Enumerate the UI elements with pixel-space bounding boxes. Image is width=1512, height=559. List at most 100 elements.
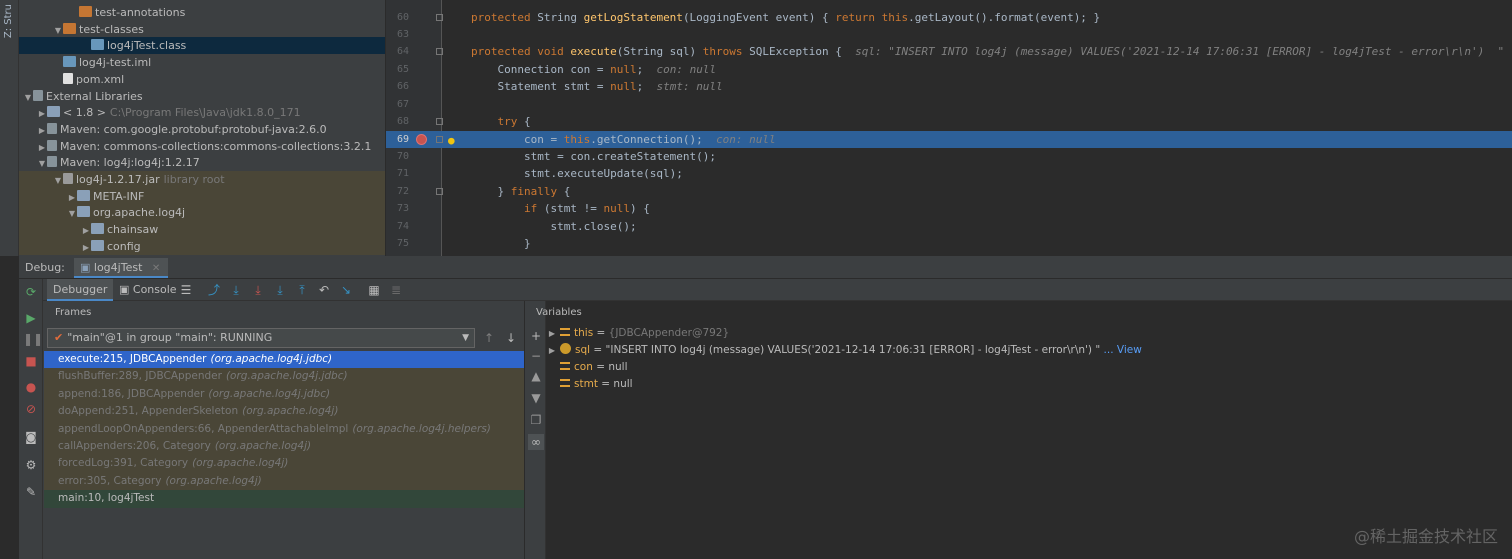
copy-icon[interactable]: ❐ xyxy=(528,412,544,428)
settings-icon[interactable]: ⚙ xyxy=(23,457,39,473)
variable-row[interactable]: stmt = null xyxy=(558,376,633,393)
code-editor[interactable]: 60 protected String getLogStatement(Loggi… xyxy=(386,0,1512,256)
stack-frame[interactable]: flushBuffer:289, JDBCAppender (org.apache… xyxy=(44,368,524,386)
move-down-icon[interactable]: ▼ xyxy=(528,390,544,406)
stack-frame[interactable]: append:186, JDBCAppender (org.apache.log4… xyxy=(44,385,524,404)
stack-frame[interactable]: callAppenders:206, Category (org.apache.l… xyxy=(44,438,524,456)
code-line[interactable]: 72 } finally { xyxy=(386,183,1512,200)
code-line[interactable]: 70 stmt = con.createStatement(); xyxy=(386,148,1512,165)
variable-row[interactable]: ▶ sql = "INSERT INTO log4j (message) VALU… xyxy=(546,342,1142,359)
force-step-into-icon[interactable]: ⤓ xyxy=(272,282,288,298)
move-up-icon[interactable]: ▲ xyxy=(528,368,544,384)
tree-node[interactable]: ▶ Maven: com.google.protobuf:protobuf-jav… xyxy=(19,121,385,138)
tree-node[interactable]: ▼ test-classes xyxy=(19,21,385,38)
chevron-right-icon[interactable]: ▶ xyxy=(81,222,91,239)
stack-frame[interactable]: doAppend:251, AppenderSkeleton (org.apach… xyxy=(44,403,524,421)
frame-up-icon[interactable]: ↑ xyxy=(481,330,497,346)
chevron-right-icon[interactable]: ▶ xyxy=(37,122,47,139)
tree-node[interactable]: ▶ chainsaw xyxy=(19,221,385,239)
add-watch-icon[interactable]: + xyxy=(528,328,544,344)
code-line[interactable]: 73 if (stmt != null) { xyxy=(386,200,1512,217)
stack-frame[interactable]: execute:215, JDBCAppender (org.apache.log… xyxy=(44,351,524,369)
view-link[interactable]: ... View xyxy=(1100,344,1142,356)
fold-icon[interactable] xyxy=(436,136,443,143)
fold-icon[interactable] xyxy=(436,14,443,21)
variable-row[interactable]: con = null xyxy=(558,359,628,376)
chevron-down-icon[interactable]: ▼ xyxy=(23,89,33,106)
fold-icon[interactable] xyxy=(436,118,443,125)
chevron-right-icon[interactable]: ▶ xyxy=(546,342,558,359)
chevron-down-icon[interactable]: ▼ xyxy=(53,172,63,189)
remove-watch-icon[interactable]: − xyxy=(528,348,544,364)
stack-frame[interactable]: appendLoopOnAppenders:66, AppenderAttach… xyxy=(44,420,524,439)
stack-frame[interactable]: forcedLog:391, Category (org.apache.log4j… xyxy=(44,455,524,473)
code-line[interactable]: 68 try { xyxy=(386,113,1512,130)
variable-row[interactable]: ▶ this = {JDBCAppender@792} xyxy=(546,325,729,342)
chevron-down-icon[interactable]: ▼ xyxy=(53,22,63,39)
stack-frame[interactable]: error:305, Category (org.apache.log4j) xyxy=(44,472,524,491)
evaluate-expression-icon[interactable]: ▦ xyxy=(366,282,382,298)
tree-node[interactable]: log4j-test.iml xyxy=(19,54,385,71)
structure-tool-strip[interactable]: Z: Stru xyxy=(0,0,19,256)
glasses-icon[interactable]: ∞ xyxy=(528,434,544,450)
tab-console[interactable]: ▣ Console xyxy=(113,279,183,301)
lightbulb-icon[interactable]: ● xyxy=(448,132,458,147)
code-line[interactable]: 71 stmt.executeUpdate(sql); xyxy=(386,165,1512,182)
tree-node[interactable]: log4jTest.class xyxy=(19,37,385,55)
code-line[interactable]: 69 ● con = this.getConnection(); con: nul… xyxy=(386,131,1512,148)
step-into-icon[interactable]: ⤓ xyxy=(250,282,266,298)
tree-node[interactable]: ▼ log4j-1.2.17.jar library root xyxy=(19,171,385,188)
show-execution-point-icon[interactable]: ⤴ xyxy=(206,282,222,298)
structure-tool-label[interactable]: Z: Stru xyxy=(3,4,14,38)
code-line[interactable]: 66 Statement stmt = null; stmt: null xyxy=(386,78,1512,95)
tree-node[interactable]: ▶ < 1.8 > C:\Program Files\Java\jdk1.8.0_1… xyxy=(19,104,385,121)
layout-menu-icon[interactable]: ☰ xyxy=(178,282,194,298)
drop-frame-icon[interactable]: ↶ xyxy=(316,282,332,298)
chevron-right-icon[interactable]: ▶ xyxy=(67,189,77,206)
code-line[interactable]: 74 stmt.close(); xyxy=(386,218,1512,235)
pin-icon[interactable]: ✎ xyxy=(23,484,39,500)
chevron-right-icon[interactable]: ▶ xyxy=(37,139,47,156)
thread-selector[interactable]: ✔ "main"@1 in group "main": RUNNING ▼ xyxy=(47,328,475,348)
fold-icon[interactable] xyxy=(436,48,443,55)
trace-icon[interactable]: ≣ xyxy=(388,282,404,298)
camera-icon[interactable]: ◙ xyxy=(23,429,39,445)
chevron-down-icon[interactable]: ▼ xyxy=(67,205,77,222)
code-token: ) { xyxy=(629,202,650,215)
fold-icon[interactable] xyxy=(436,188,443,195)
tree-node[interactable]: test-annotations xyxy=(19,4,385,21)
tree-node[interactable]: ▶ Maven: commons-collections:commons-coll… xyxy=(19,138,385,155)
tree-node[interactable]: ▼ Maven: log4j:log4j:1.2.17 xyxy=(19,154,385,171)
code-line[interactable]: 64 protected void execute(String sql) thr… xyxy=(386,43,1512,60)
close-icon[interactable]: ✕ xyxy=(152,263,160,274)
rerun-icon[interactable]: ⟳ xyxy=(23,284,39,300)
chevron-down-icon[interactable]: ▼ xyxy=(37,155,47,172)
mute-breakpoints-icon[interactable]: ⊘ xyxy=(23,401,39,417)
code-token: throws xyxy=(702,45,750,58)
step-out-icon[interactable]: ⤒ xyxy=(294,282,310,298)
stack-frame[interactable]: main:10, log4jTest xyxy=(44,490,524,508)
debug-session-tab[interactable]: ▣ log4jTest ✕ xyxy=(74,258,169,278)
tree-node[interactable]: ▶ META-INF xyxy=(19,187,385,206)
run-to-cursor-icon[interactable]: ↘ xyxy=(338,282,354,298)
tree-node[interactable]: ▼ org.apache.log4j xyxy=(19,204,385,222)
view-breakpoints-icon[interactable]: ● xyxy=(23,379,39,395)
code-line[interactable]: 65 Connection con = null; con: null xyxy=(386,61,1512,78)
chevron-right-icon[interactable]: ▶ xyxy=(546,325,558,342)
stop-icon[interactable]: ■ xyxy=(23,353,39,369)
chevron-right-icon[interactable]: ▶ xyxy=(37,105,47,122)
breakpoint-icon[interactable] xyxy=(416,134,427,145)
resume-icon[interactable]: ▶ xyxy=(23,310,39,326)
frame-down-icon[interactable]: ↓ xyxy=(503,330,519,346)
code-line[interactable]: 63 xyxy=(386,26,1512,43)
tree-node[interactable]: pom.xml xyxy=(19,71,385,88)
tab-debugger[interactable]: Debugger xyxy=(47,279,114,301)
code-line[interactable]: 75 } xyxy=(386,235,1512,252)
chevron-right-icon[interactable]: ▶ xyxy=(81,239,91,256)
tree-node[interactable]: ▶ config xyxy=(19,237,385,256)
code-line[interactable]: 67 xyxy=(386,96,1512,113)
tree-node[interactable]: ▼ External Libraries xyxy=(19,88,385,105)
pause-icon[interactable]: ❚❚ xyxy=(23,331,43,347)
step-over-icon[interactable]: ⤓ xyxy=(228,282,244,298)
code-line[interactable]: 60 protected String getLogStatement(Loggi… xyxy=(386,9,1512,26)
